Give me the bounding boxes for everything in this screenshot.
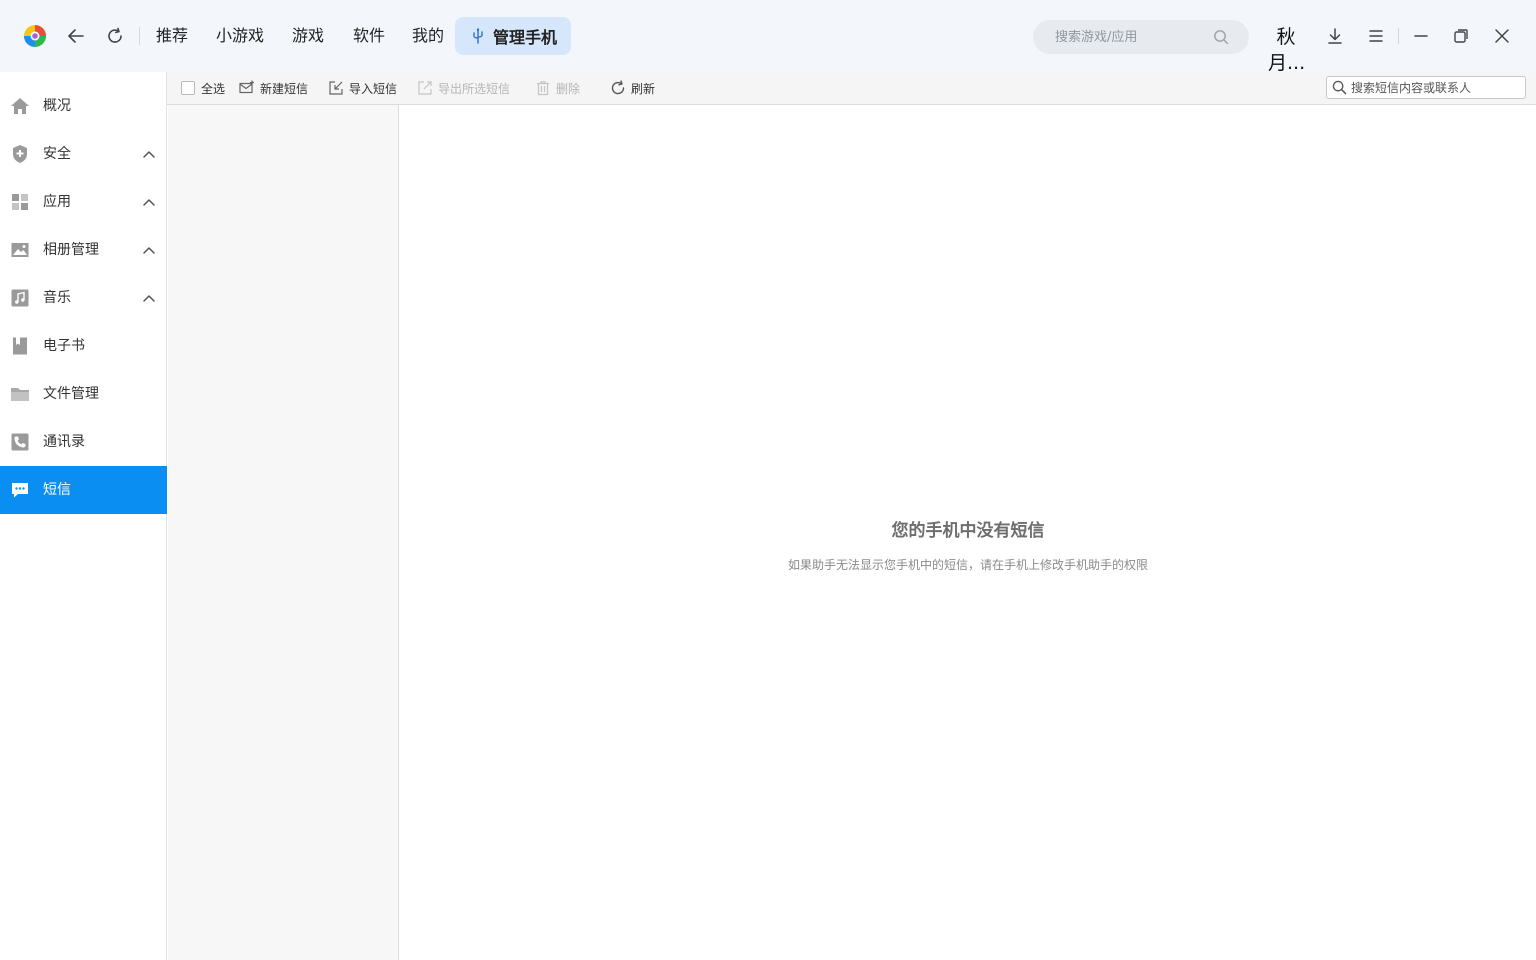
export-selected-button[interactable]: 导出所选短信	[417, 79, 510, 97]
menu-icon[interactable]	[1364, 24, 1388, 48]
import-icon	[329, 81, 343, 95]
sidebar-item-label: 通讯录	[43, 434, 85, 450]
app-search-box	[1033, 20, 1249, 54]
top-bar: 推荐 小游戏 游戏 软件 我的 管理手机 秋月...	[0, 0, 1536, 74]
sidebar-item-label: 短信	[43, 482, 71, 498]
chevron-up-icon[interactable]	[141, 146, 157, 162]
chevron-up-icon[interactable]	[141, 194, 157, 210]
download-icon[interactable]	[1323, 24, 1347, 48]
sms-toolbar: 全选 新建短信 导入短信 导出所选短信 删除 刷新	[167, 72, 1536, 105]
back-icon[interactable]	[64, 24, 88, 48]
tab-manage-phone-label: 管理手机	[493, 28, 558, 47]
tab-mini-games[interactable]: 小游戏	[216, 24, 264, 48]
tab-manage-phone[interactable]: 管理手机	[455, 17, 571, 55]
sidebar: 概况 安全 应用 相册管理 音乐 电子书 文件管理 通讯录 短信	[0, 72, 167, 960]
sms-search-box	[1326, 76, 1526, 99]
import-sms-button[interactable]: 导入短信	[328, 79, 397, 97]
sidebar-item-photos[interactable]: 相册管理	[0, 226, 167, 274]
app-search-input[interactable]	[1055, 20, 1215, 54]
sidebar-item-messages[interactable]: 短信	[0, 466, 167, 514]
refresh-button[interactable]: 刷新	[610, 79, 655, 97]
sidebar-item-label: 应用	[43, 194, 71, 210]
sidebar-item-ebook[interactable]: 电子书	[0, 322, 167, 370]
select-all-label: 全选	[201, 81, 226, 96]
new-sms-label: 新建短信	[260, 81, 309, 96]
search-icon[interactable]	[1213, 29, 1229, 45]
apps-icon	[12, 194, 28, 210]
sidebar-item-contacts[interactable]: 通讯录	[0, 418, 167, 466]
sidebar-item-apps[interactable]: 应用	[0, 178, 167, 226]
trash-icon	[537, 81, 549, 96]
home-icon	[11, 98, 29, 114]
tab-games[interactable]: 游戏	[292, 24, 324, 48]
empty-state-title: 您的手机中没有短信	[891, 521, 1045, 541]
delete-button[interactable]: 删除	[535, 79, 580, 97]
shield-icon	[13, 145, 27, 163]
checkbox-box[interactable]	[181, 81, 195, 95]
select-all-checkbox[interactable]: 全选	[181, 79, 225, 97]
sidebar-item-label: 电子书	[43, 338, 85, 354]
new-sms-button[interactable]: 新建短信	[239, 79, 308, 97]
export-selected-label: 导出所选短信	[438, 81, 511, 96]
tab-mine[interactable]: 我的	[412, 24, 444, 48]
refresh-icon	[611, 80, 625, 95]
empty-state-subtitle: 如果助手无法显示您手机中的短信，请在手机上修改手机助手的权限	[787, 558, 1148, 572]
delete-label: 删除	[556, 81, 581, 96]
user-name[interactable]: 秋月...	[1268, 24, 1305, 76]
reload-icon[interactable]	[103, 24, 127, 48]
window-controls-divider	[1398, 28, 1399, 44]
sms-search-input[interactable]	[1351, 77, 1521, 98]
ebook-icon	[13, 337, 27, 355]
sms-detail-pane: 您的手机中没有短信 如果助手无法显示您手机中的短信，请在手机上修改手机助手的权限	[400, 105, 1536, 960]
sidebar-item-label: 安全	[43, 146, 71, 162]
restore-icon[interactable]	[1449, 24, 1473, 48]
music-icon	[11, 289, 29, 307]
sidebar-item-label: 文件管理	[43, 386, 99, 402]
sms-list-pane[interactable]	[168, 105, 399, 960]
chevron-up-icon[interactable]	[141, 290, 157, 306]
tab-recommend[interactable]: 推荐	[156, 24, 188, 48]
import-sms-label: 导入短信	[349, 81, 398, 96]
chevron-up-icon[interactable]	[141, 242, 157, 258]
sidebar-item-label: 音乐	[43, 290, 71, 306]
sidebar-item-label: 概况	[43, 98, 71, 114]
photo-icon	[11, 243, 29, 257]
usb-icon	[473, 28, 483, 44]
sidebar-item-files[interactable]: 文件管理	[0, 370, 167, 418]
minimize-icon[interactable]	[1409, 24, 1433, 48]
sidebar-item-label: 相册管理	[43, 242, 99, 258]
folder-icon	[11, 388, 29, 401]
app-logo-icon[interactable]	[23, 24, 47, 48]
refresh-label: 刷新	[631, 81, 656, 96]
sidebar-item-overview[interactable]: 概况	[0, 82, 167, 130]
nav-divider	[139, 27, 140, 45]
search-icon[interactable]	[1332, 80, 1347, 95]
close-icon[interactable]	[1490, 24, 1514, 48]
phone-icon	[11, 433, 29, 451]
sidebar-item-security[interactable]: 安全	[0, 130, 167, 178]
export-icon	[418, 81, 432, 95]
sidebar-item-music[interactable]: 音乐	[0, 274, 167, 322]
tab-software[interactable]: 软件	[353, 24, 385, 48]
new-message-icon	[239, 80, 254, 94]
message-icon	[12, 483, 28, 498]
